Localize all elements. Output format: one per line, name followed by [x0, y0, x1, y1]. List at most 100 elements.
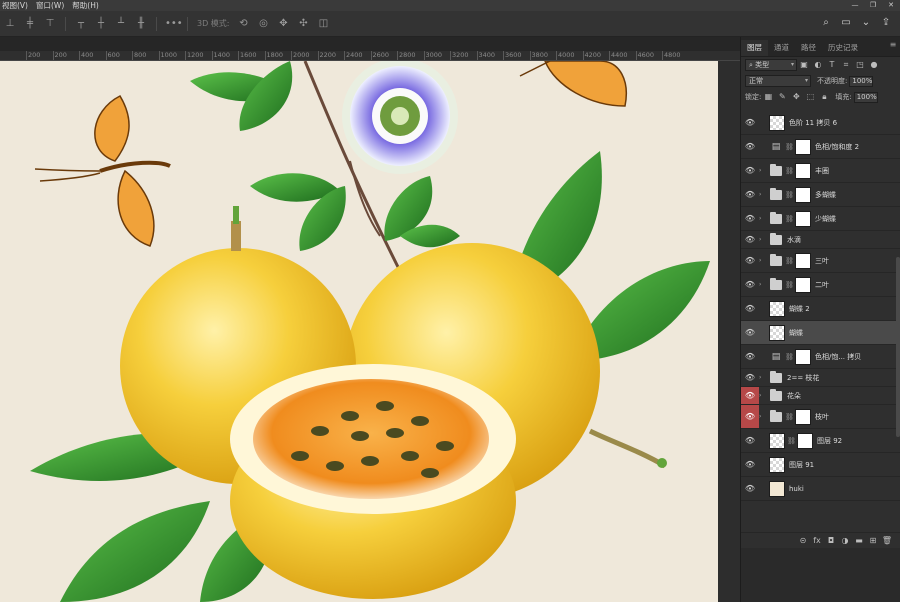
shape-filter-icon[interactable]: ⌗ — [841, 60, 851, 70]
chevron-right-icon[interactable]: › — [759, 374, 767, 381]
layer-row[interactable]: 👁︎ 蝴蝶 2 — [741, 297, 900, 321]
eye-icon[interactable]: 👁︎ — [741, 387, 759, 404]
workspace-icon[interactable]: ▭ — [839, 16, 853, 30]
panel-menu-icon[interactable]: ≡ — [886, 40, 900, 56]
eye-icon[interactable]: 👁︎ — [741, 273, 759, 296]
horizontal-ruler[interactable]: 200 200 400 600 800 1000 1200 1400 1600 1800 2000 2… — [0, 51, 740, 61]
eye-icon[interactable]: 👁︎ — [741, 207, 759, 230]
layer-row[interactable]: 👁︎ huki — [741, 477, 900, 501]
eye-icon[interactable]: 👁︎ — [741, 405, 759, 428]
smart-object-filter-icon[interactable]: ◳ — [855, 60, 865, 70]
more-options-button[interactable]: ••• — [165, 17, 183, 31]
align-bottom-icon[interactable]: ┴ — [114, 17, 128, 31]
layer-row[interactable]: 👁︎ ▤ ⛓︎ 色相/饱... 拷贝 — [741, 345, 900, 369]
chevron-right-icon[interactable]: › — [759, 392, 767, 399]
adjustment-filter-icon[interactable]: ◐ — [813, 60, 823, 70]
eye-icon[interactable]: 👁︎ — [741, 297, 759, 320]
layer-thumbnail[interactable] — [769, 114, 785, 131]
layer-mask-thumbnail[interactable] — [797, 432, 813, 449]
link-icon[interactable]: ⊝ — [796, 536, 810, 545]
align-top-icon[interactable]: ┬ — [74, 17, 88, 31]
eye-icon[interactable]: 👁︎ — [741, 111, 759, 134]
layer-mask-thumbnail[interactable] — [795, 162, 811, 179]
distribute-icon[interactable]: ╫ — [134, 17, 148, 31]
chevron-right-icon[interactable]: › — [759, 257, 767, 264]
eye-icon[interactable]: 👁︎ — [741, 159, 759, 182]
opacity-input[interactable]: 100% — [849, 75, 874, 87]
type-filter-icon[interactable]: T — [827, 60, 837, 70]
folder-icon[interactable]: ▬ — [852, 536, 866, 545]
layer-row[interactable]: 👁︎ › ⛓︎ 多蝴蝶 — [741, 183, 900, 207]
layer-mask-thumbnail[interactable] — [795, 252, 811, 269]
layer-mask-thumbnail[interactable] — [795, 210, 811, 227]
layer-row[interactable]: 👁︎ › 花朵 — [741, 387, 900, 405]
layer-row[interactable]: 👁︎ › ⛓︎ 三叶 — [741, 249, 900, 273]
align-right-icon[interactable]: ⊤ — [43, 17, 57, 31]
layer-row[interactable]: 👁︎ › 水滴 — [741, 231, 900, 249]
lock-artboard-icon[interactable]: ⬚ — [805, 92, 815, 102]
align-middle-icon[interactable]: ┼ — [94, 17, 108, 31]
lock-position-icon[interactable]: ✥ — [791, 92, 801, 102]
eye-icon[interactable]: 👁︎ — [741, 183, 759, 206]
layer-mask-thumbnail[interactable] — [795, 186, 811, 203]
eye-icon[interactable]: 👁︎ — [741, 321, 759, 344]
layer-row[interactable]: 👁︎ ⛓︎ 图层 92 — [741, 429, 900, 453]
layer-row[interactable]: 👁︎ › ⛓︎ 少蝴蝶 — [741, 207, 900, 231]
eye-icon[interactable]: 👁︎ — [741, 345, 759, 368]
3d-rotate-icon[interactable]: ⟲ — [237, 17, 251, 31]
eye-icon[interactable]: 👁︎ — [741, 231, 759, 248]
align-left-icon[interactable]: ⊥ — [3, 17, 17, 31]
eye-icon[interactable]: 👁︎ — [741, 135, 759, 158]
restore-button[interactable]: ❐ — [864, 0, 882, 11]
document-canvas[interactable] — [0, 61, 718, 602]
eye-icon[interactable]: 👁︎ — [741, 453, 759, 476]
workspace-dropdown-icon[interactable]: ⌄ — [859, 16, 873, 30]
lock-all-icon[interactable]: 🔒︎ — [819, 92, 829, 102]
adjustment-icon[interactable]: ◑ — [838, 536, 852, 545]
3d-pan-icon[interactable]: ✥ — [277, 17, 291, 31]
chevron-right-icon[interactable]: › — [759, 167, 767, 174]
tab-paths[interactable]: 路径 — [795, 40, 822, 56]
fx-icon[interactable]: fx — [810, 536, 824, 545]
layers-scrollbar[interactable] — [896, 257, 900, 437]
share-icon[interactable]: ⇪ — [879, 16, 893, 30]
layer-row[interactable]: 👁︎ 色阶 11 拷贝 6 — [741, 111, 900, 135]
layer-mask-thumbnail[interactable] — [795, 348, 811, 365]
layer-row[interactable]: 👁︎ 蝴蝶 — [741, 321, 900, 345]
layer-row[interactable]: 👁︎ › ⛓︎ 丰圈 — [741, 159, 900, 183]
layer-row[interactable]: 👁︎ › ⛓︎ 枝叶 — [741, 405, 900, 429]
fill-input[interactable]: 100% — [853, 91, 878, 103]
layer-row[interactable]: 👁︎ 图层 91 — [741, 453, 900, 477]
layer-thumbnail[interactable] — [769, 300, 785, 317]
layer-thumbnail[interactable] — [769, 480, 785, 497]
layer-mask-thumbnail[interactable] — [795, 138, 811, 155]
3d-slide-icon[interactable]: ✣ — [297, 17, 311, 31]
minimize-button[interactable]: — — [846, 0, 864, 11]
close-button[interactable]: ✕ — [882, 0, 900, 11]
chevron-right-icon[interactable]: › — [759, 236, 767, 243]
layer-mask-thumbnail[interactable] — [795, 276, 811, 293]
chevron-right-icon[interactable]: › — [759, 215, 767, 222]
3d-roll-icon[interactable]: ◎ — [257, 17, 271, 31]
tab-history[interactable]: 历史记录 — [822, 40, 864, 56]
trash-icon[interactable]: 🗑︎ — [880, 536, 894, 545]
layer-thumbnail[interactable] — [769, 456, 785, 473]
eye-icon[interactable]: 👁︎ — [741, 369, 759, 386]
eye-icon[interactable]: 👁︎ — [741, 429, 759, 452]
layer-mask-thumbnail[interactable] — [795, 408, 811, 425]
canvas-vertical-scrollbar[interactable] — [718, 61, 740, 602]
chevron-right-icon[interactable]: › — [759, 413, 767, 420]
menu-view[interactable]: 视图(V) — [0, 0, 32, 11]
layer-row[interactable]: 👁︎ › ⛓︎ 二叶 — [741, 273, 900, 297]
pixel-filter-icon[interactable]: ▣ — [799, 60, 809, 70]
search-icon[interactable]: ⌕ — [819, 16, 833, 30]
lock-transparency-icon[interactable]: ▦ — [763, 92, 773, 102]
layer-row[interactable]: 👁︎ › 2== 枝花 — [741, 369, 900, 387]
chevron-right-icon[interactable]: › — [759, 281, 767, 288]
filter-kind-select[interactable]: ⌕ 类型 ▾ — [745, 59, 797, 71]
tab-channels[interactable]: 通道 — [768, 40, 795, 56]
lock-pixels-icon[interactable]: ✎ — [777, 92, 787, 102]
filter-toggle-icon[interactable]: ● — [869, 60, 879, 70]
eye-icon[interactable]: 👁︎ — [741, 249, 759, 272]
layer-row[interactable]: 👁︎ ▤ ⛓︎ 色相/饱和度 2 — [741, 135, 900, 159]
